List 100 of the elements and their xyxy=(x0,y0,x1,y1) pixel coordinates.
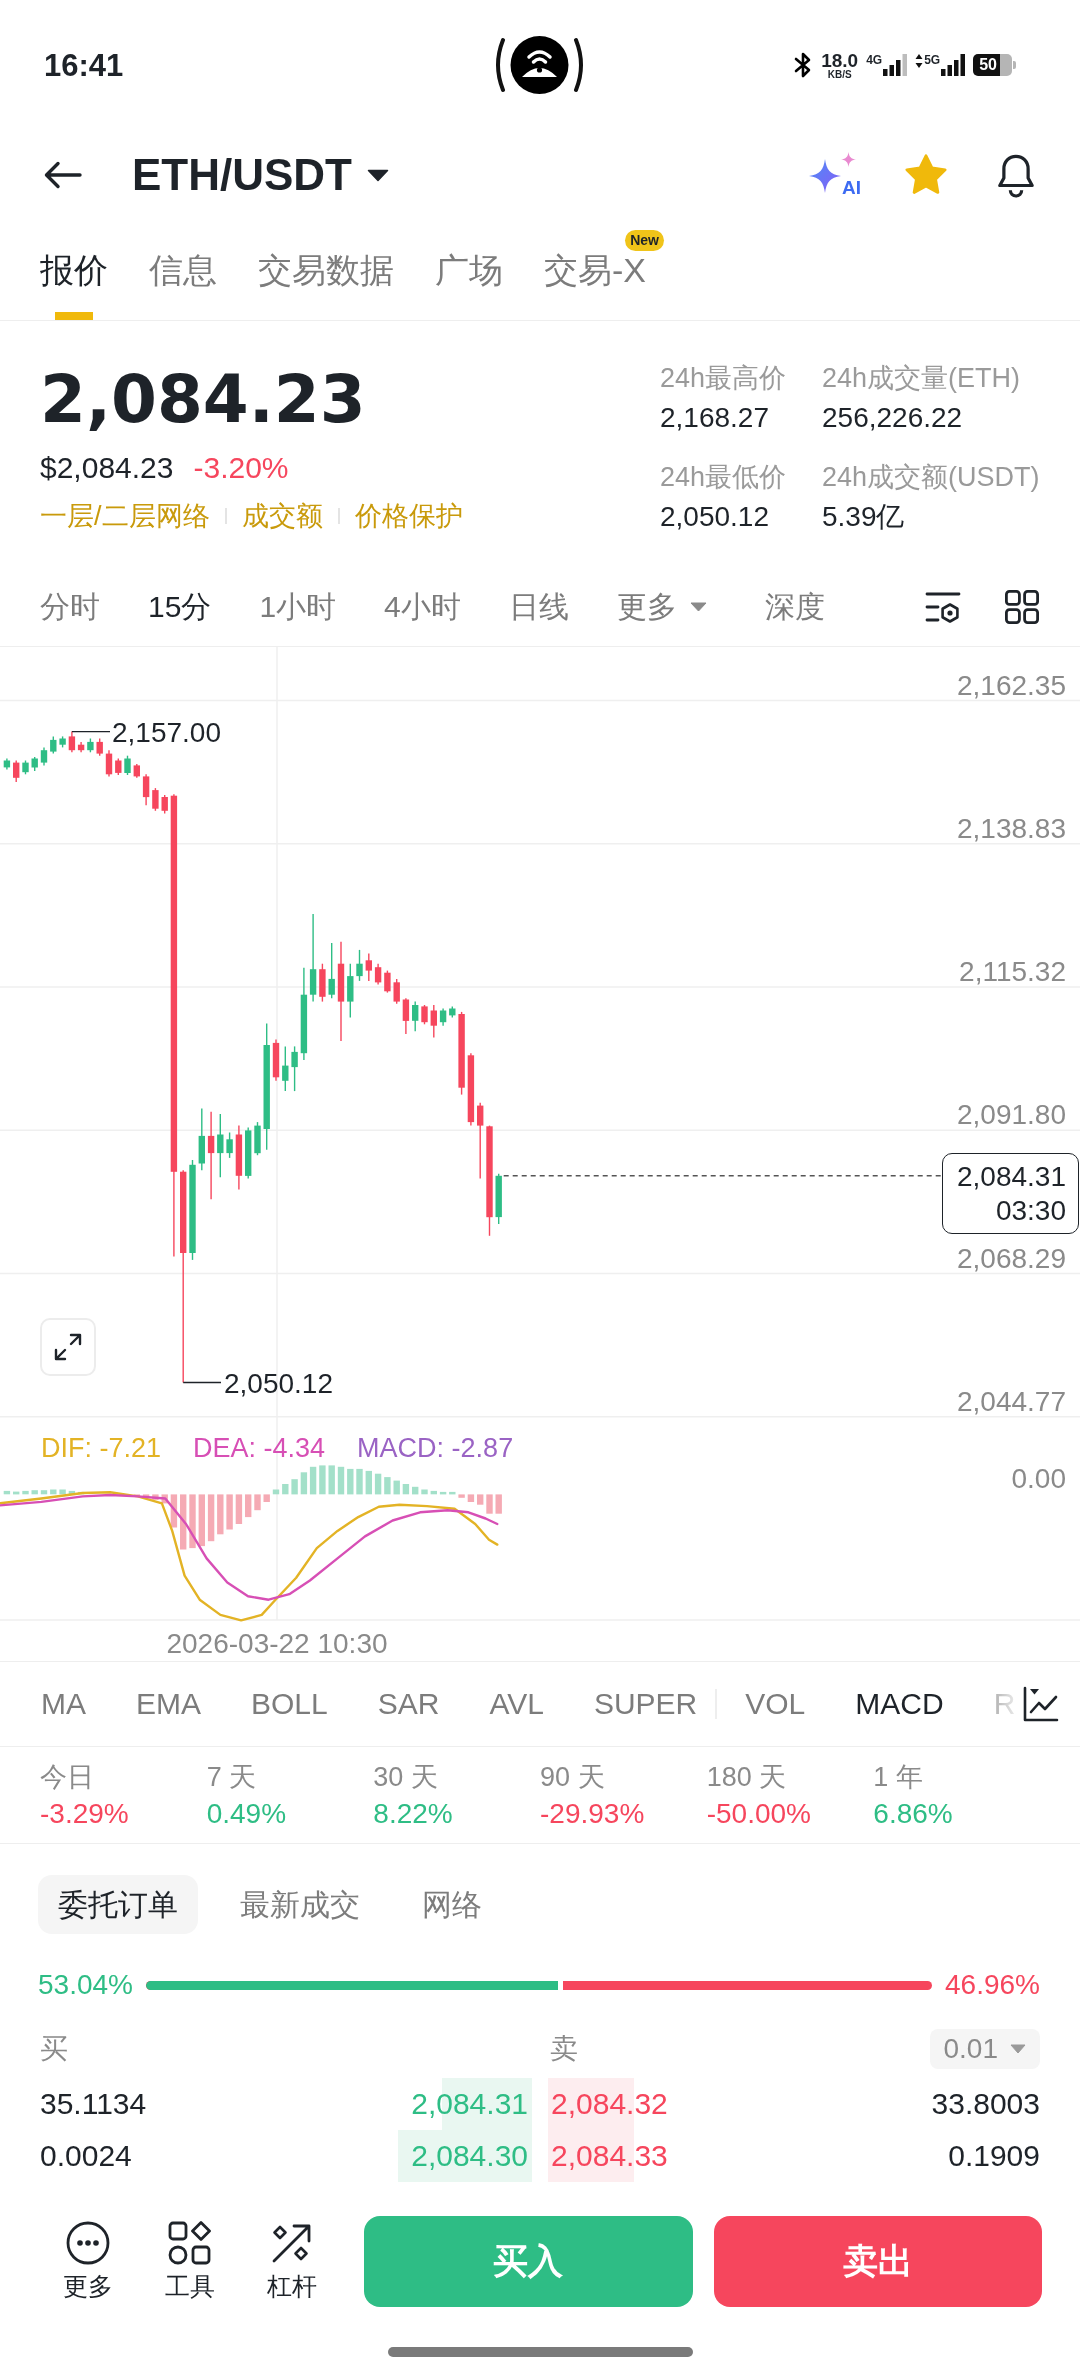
macd-histogram-bar xyxy=(235,1494,243,1524)
macd-histogram-bar xyxy=(142,1494,150,1498)
more-button[interactable]: 更多 xyxy=(58,2216,118,2307)
macd-histogram-bar xyxy=(449,1491,456,1495)
indicator-tab[interactable]: VOL xyxy=(745,1689,806,1719)
tab[interactable]: 报价 xyxy=(40,253,108,287)
interval-tab[interactable]: 4小时 xyxy=(384,592,461,622)
macd-histogram-bar xyxy=(337,1466,345,1495)
candlestick xyxy=(22,759,29,775)
settings-icon[interactable] xyxy=(925,591,961,623)
tools-button[interactable]: 工具 xyxy=(160,2216,220,2307)
candlestick xyxy=(347,963,354,1019)
leverage-button[interactable]: 杠杆 xyxy=(262,2216,322,2307)
candlestick xyxy=(384,969,391,994)
macd-histogram-bar xyxy=(282,1484,289,1495)
pair-selector[interactable]: ETH/USDT xyxy=(132,153,389,197)
candlestick xyxy=(291,1045,298,1092)
small-sparkle-icon xyxy=(841,152,856,167)
info-link[interactable]: 价格保护 xyxy=(354,502,463,530)
buy-button[interactable]: 买入 xyxy=(364,2216,693,2307)
interval-tab[interactable]: 日线 xyxy=(508,592,569,622)
last-price: 2,084.23 xyxy=(40,367,366,433)
candlestick xyxy=(3,757,11,771)
candlestick xyxy=(245,1126,252,1180)
candlestick xyxy=(328,942,335,999)
candlestick xyxy=(31,756,38,772)
ask-price: 2,084.32 xyxy=(548,2078,668,2130)
ai-assistant-button[interactable]: AI xyxy=(809,152,863,198)
more-icon xyxy=(66,2221,110,2265)
selection-underline xyxy=(55,312,93,320)
caret-down-icon xyxy=(367,168,389,182)
indicator-tab[interactable]: MA xyxy=(41,1689,86,1719)
candlestick xyxy=(217,1113,224,1178)
signal-bars-icon xyxy=(883,54,908,76)
low-price-label: 2,050.12 xyxy=(224,1367,333,1399)
stat-label: 24h最高价 xyxy=(660,361,787,395)
info-link[interactable]: 成交额 xyxy=(241,502,323,530)
back-arrow-icon[interactable] xyxy=(44,161,82,189)
battery-indicator: 50 xyxy=(973,54,1016,76)
tab[interactable]: 信息 xyxy=(149,253,217,287)
interval-tab[interactable]: 1小时 xyxy=(259,592,337,622)
info-link[interactable]: 一层/二层网络 xyxy=(40,502,210,530)
macd-histogram-bar xyxy=(180,1494,187,1550)
sell-button[interactable]: 卖出 xyxy=(713,2216,1042,2307)
candlestick xyxy=(226,1131,233,1159)
interval-tab[interactable]: 分时 xyxy=(40,592,100,622)
leader-line xyxy=(71,730,111,733)
order-tab[interactable]: 网络 xyxy=(402,1875,502,1934)
interval-tab[interactable]: 更多 xyxy=(616,592,707,622)
bell-icon[interactable] xyxy=(995,152,1037,198)
macd-histogram-bar xyxy=(430,1490,437,1495)
tab[interactable]: 广场 xyxy=(435,253,503,287)
precision-dropdown[interactable]: 0.01 xyxy=(929,2029,1040,2069)
interval-tab[interactable]: 15分 xyxy=(148,592,212,622)
period-label: 30 天 xyxy=(373,1761,438,1794)
macd-histogram-bar xyxy=(347,1468,354,1495)
bid-quantity: 0.0024 xyxy=(40,2141,132,2171)
indicator-tab[interactable]: BOLL xyxy=(251,1689,328,1719)
sell-percentage-label: 46.96% xyxy=(945,1971,1040,1999)
speed-unit: KB/S xyxy=(827,69,852,80)
period-change: -50.00% xyxy=(706,1797,811,1831)
indicator-tab[interactable]: SAR xyxy=(377,1689,440,1719)
period-label: 180 天 xyxy=(706,1761,787,1794)
stat-label: 24h成交量(ETH) xyxy=(822,361,1021,395)
order-tab[interactable]: 最新成交 xyxy=(220,1875,380,1934)
macd-histogram-bar xyxy=(170,1494,178,1528)
line-chart-icon[interactable] xyxy=(1023,1686,1059,1722)
indicator-tab[interactable]: EMA xyxy=(136,1689,201,1719)
bid-quantity: 35.1134 xyxy=(40,2089,147,2119)
macd-histogram-bar xyxy=(272,1489,280,1495)
macd-histogram-bar xyxy=(217,1494,224,1535)
stat-label: 24h成交额(USDT) xyxy=(822,460,1040,494)
macd-legend-label: DEA: -4.34 xyxy=(193,1434,326,1462)
macd-histogram-bar xyxy=(226,1494,233,1530)
macd-histogram-bar xyxy=(207,1494,215,1542)
period-label: 90 天 xyxy=(540,1761,605,1794)
candlestick xyxy=(495,1173,502,1225)
period-change: 8.22% xyxy=(373,1797,453,1831)
macd-histogram-bar xyxy=(356,1468,363,1495)
interval-tab[interactable]: 深度 xyxy=(764,592,825,622)
candlestick xyxy=(235,1124,243,1191)
expand-button[interactable] xyxy=(40,1318,96,1376)
macd-histogram-bar xyxy=(263,1494,270,1502)
status-time: 16:41 xyxy=(44,49,124,81)
ask-price: 2,084.33 xyxy=(548,2130,668,2182)
grid-icon[interactable] xyxy=(1005,590,1039,624)
macd-histogram-bar xyxy=(152,1494,159,1500)
indicator-tab[interactable]: AVL xyxy=(489,1689,544,1719)
candlestick xyxy=(449,1005,456,1019)
candlestick xyxy=(439,1007,447,1027)
price-axis-label: 2,162.35 xyxy=(957,669,1066,701)
indicator-tab[interactable]: SUPER xyxy=(593,1689,698,1719)
period-label: 1 年 xyxy=(873,1761,923,1794)
tab[interactable]: 交易数据 xyxy=(258,253,394,287)
order-tab[interactable]: 委托订单 xyxy=(38,1875,198,1934)
indicator-tab[interactable]: MACD xyxy=(855,1689,944,1719)
macd-histogram-bar xyxy=(13,1491,20,1495)
star-icon[interactable] xyxy=(903,153,949,197)
price-axis-label: 2,115.32 xyxy=(959,956,1066,988)
tab[interactable]: 交易-X xyxy=(544,253,646,287)
